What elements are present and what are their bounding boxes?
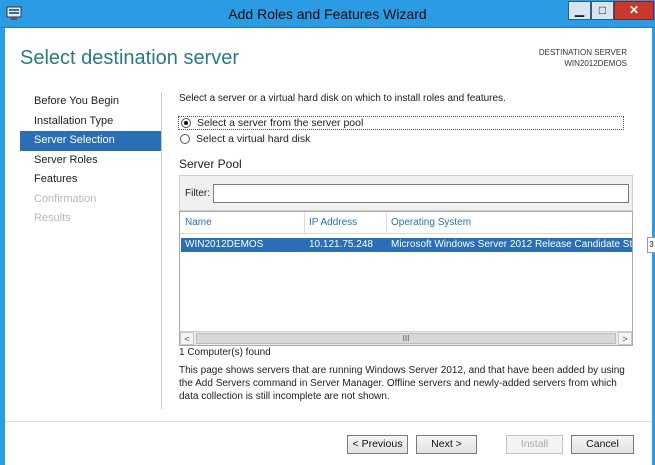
column-header-operating-system[interactable]: Operating System [391, 217, 471, 228]
destination-server-name: WIN2012DEMOS [564, 59, 627, 68]
computers-found-count: 1 Computer(s) found [179, 347, 271, 358]
column-separator[interactable] [386, 212, 387, 234]
next-button[interactable]: Next > [416, 435, 477, 454]
table-row[interactable]: WIN2012DEMOS 10.121.75.248 Microsoft Win… [181, 238, 633, 252]
maximize-button[interactable]: □ [591, 1, 614, 20]
filter-bar: Filter: [179, 175, 633, 211]
close-button[interactable]: ✕ [614, 1, 654, 20]
option-virtual-hard-disk-label: Select a virtual hard disk [196, 133, 311, 145]
intro-text: Select a server or a virtual hard disk o… [179, 93, 506, 104]
option-virtual-hard-disk[interactable]: Select a virtual hard disk [180, 132, 310, 146]
cell-operating-system: Microsoft Windows Server 2012 Release Ca… [391, 239, 633, 250]
server-pool-grid: Name IP Address Operating System WIN2012… [179, 211, 633, 346]
nav-item-confirmation: Confirmation [34, 192, 97, 205]
filter-label: Filter: [185, 188, 210, 199]
column-header-ip-address[interactable]: IP Address [309, 217, 357, 228]
previous-button[interactable]: < Previous [347, 435, 408, 454]
column-header-name[interactable]: Name [185, 217, 212, 228]
horizontal-scrollbar[interactable]: < III > [180, 331, 632, 345]
window-frame-left [0, 28, 5, 465]
window-title: Add Roles and Features Wizard [228, 6, 427, 22]
cancel-button[interactable]: Cancel [571, 435, 634, 454]
column-separator[interactable] [304, 212, 305, 234]
destination-server-info: DESTINATION SERVER WIN2012DEMOS [539, 47, 627, 69]
nav-item-installation-type[interactable]: Installation Type [20, 112, 161, 132]
option-server-pool[interactable]: Select a server from the server pool [178, 116, 624, 130]
nav-item-server-selection[interactable]: Server Selection [20, 131, 161, 151]
nav-item-before-you-begin[interactable]: Before You Begin [20, 92, 161, 112]
scroll-right-icon[interactable]: > [618, 332, 632, 345]
nav-item-features[interactable]: Features [20, 170, 161, 190]
install-button: Install [506, 435, 563, 454]
grid-header: Name IP Address Operating System [180, 212, 632, 234]
option-server-pool-label: Select a server from the server pool [197, 117, 364, 129]
side-tab-indicator: 3 [647, 237, 655, 253]
radio-server-pool[interactable] [181, 118, 191, 128]
destination-server-label: DESTINATION SERVER [538, 48, 627, 57]
scroll-left-icon[interactable]: < [180, 332, 194, 345]
nav-divider [161, 92, 162, 409]
page-title: Select destination server [20, 47, 240, 69]
filter-input[interactable] [213, 184, 629, 203]
server-pool-description: This page shows servers that are running… [179, 365, 625, 402]
footer-divider [5, 421, 652, 422]
title-bar: Add Roles and Features Wizard ▁ □ ✕ [0, 0, 655, 28]
server-pool-title: Server Pool [179, 157, 242, 171]
cell-name: WIN2012DEMOS [185, 239, 264, 250]
scroll-thumb[interactable]: III [196, 333, 616, 344]
radio-virtual-hard-disk[interactable] [180, 134, 190, 144]
nav-item-results: Results [34, 212, 71, 224]
nav-item-server-roles[interactable]: Server Roles [20, 151, 161, 171]
cell-ip-address: 10.121.75.248 [309, 239, 373, 250]
wizard-steps-nav: Before You Begin Installation Type Serve… [20, 92, 161, 229]
minimize-button[interactable]: ▁ [568, 1, 591, 20]
